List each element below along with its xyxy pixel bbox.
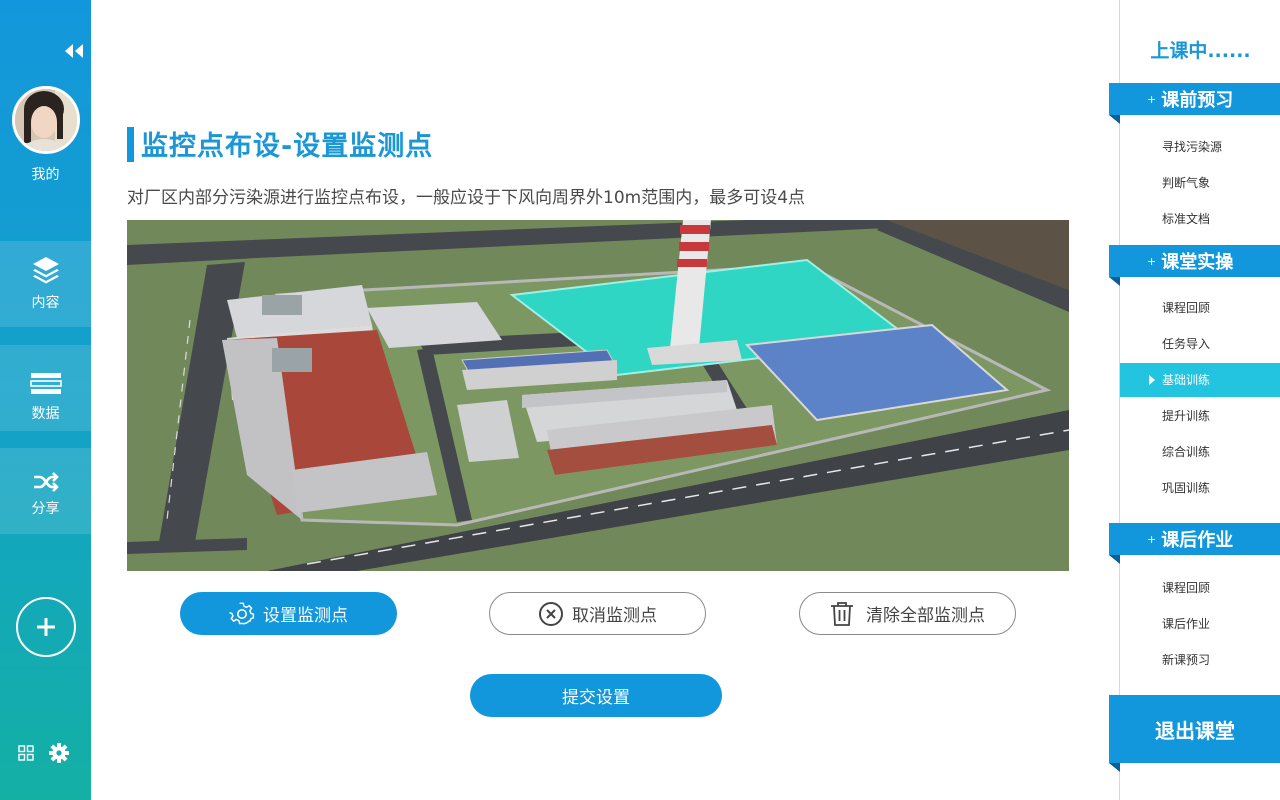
menu-item-task-intro[interactable]: 任务导入 <box>1120 327 1280 361</box>
menu-item-basic-training[interactable]: 基础训练 <box>1120 363 1280 397</box>
factory-3d-scene[interactable] <box>127 220 1069 571</box>
menu-item-course-review[interactable]: 课程回顾 <box>1120 291 1280 325</box>
plus-icon: + <box>1147 92 1157 106</box>
menu-item-judge-weather[interactable]: 判断气象 <box>1120 166 1280 200</box>
page-title: 监控点布设-设置监测点 <box>141 131 434 162</box>
left-sidebar: 我的 内容 数据 分享 <box>0 0 91 800</box>
plus-icon: + <box>1147 532 1157 546</box>
menu-item-homework[interactable]: 课后作业 <box>1120 607 1280 641</box>
menu-item-comprehensive-training[interactable]: 综合训练 <box>1120 435 1280 469</box>
plus-icon <box>37 618 55 636</box>
course-panel: 上课中...... + 课前预习 寻找污染源 判断气象 标准文档 + 课堂实操 … <box>1109 0 1280 800</box>
title-accent-bar <box>127 127 134 162</box>
exit-class-button[interactable]: 退出课堂 <box>1109 695 1280 772</box>
clear-all-monitor-points-button[interactable]: 清除全部监测点 <box>799 592 1016 635</box>
triangle-right-icon <box>1149 375 1155 385</box>
nav-share[interactable]: 分享 <box>0 448 91 534</box>
close-circle-icon <box>538 601 564 627</box>
data-icon <box>0 372 91 396</box>
menu-item-basic-training-label: 基础训练 <box>1162 373 1211 387</box>
page-description: 对厂区内部分污染源进行监控点布设，一般应设于下风向周界外10m范围内，最多可设4… <box>127 188 806 208</box>
gear-icon <box>229 601 255 627</box>
nav-data-label: 数据 <box>31 406 60 422</box>
section-preview-title: 课前预习 <box>1161 90 1234 111</box>
trash-icon <box>830 601 854 627</box>
add-button[interactable] <box>16 597 76 657</box>
menu-item-find-pollution-source[interactable]: 寻找污染源 <box>1120 130 1280 164</box>
nav-share-label: 分享 <box>31 501 60 517</box>
submit-settings-button[interactable]: 提交设置 <box>470 674 722 717</box>
section-homework[interactable]: + 课后作业 <box>1109 523 1280 564</box>
section-practice-title: 课堂实操 <box>1161 252 1234 273</box>
menu-item-standard-docs[interactable]: 标准文档 <box>1120 202 1280 236</box>
plus-icon: + <box>1147 254 1157 268</box>
class-status: 上课中...... <box>1150 40 1251 62</box>
shuffle-icon <box>0 472 91 492</box>
section-practice[interactable]: + 课堂实操 <box>1109 245 1280 286</box>
section-homework-title: 课后作业 <box>1161 530 1234 551</box>
clear-all-monitor-points-label: 清除全部监测点 <box>866 606 985 626</box>
set-monitor-point-button[interactable]: 设置监测点 <box>180 592 397 635</box>
menu-item-advanced-training[interactable]: 提升训练 <box>1120 399 1280 433</box>
avatar[interactable] <box>12 86 80 154</box>
grid-icon[interactable] <box>18 745 34 765</box>
gear-icon[interactable] <box>48 742 70 768</box>
section-preview[interactable]: + 课前预习 <box>1109 83 1280 124</box>
menu-item-consolidation-training[interactable]: 巩固训练 <box>1120 471 1280 505</box>
layers-icon <box>0 255 91 287</box>
nav-content-label: 内容 <box>31 295 60 311</box>
nav-content[interactable]: 内容 <box>0 241 91 327</box>
double-chevron-left-icon[interactable] <box>62 42 86 60</box>
cancel-monitor-point-button[interactable]: 取消监测点 <box>489 592 706 635</box>
menu-item-course-review-2[interactable]: 课程回顾 <box>1120 571 1280 605</box>
nav-data[interactable]: 数据 <box>0 345 91 431</box>
me-label[interactable]: 我的 <box>0 164 91 184</box>
menu-item-new-lesson-preview[interactable]: 新课预习 <box>1120 643 1280 677</box>
set-monitor-point-label: 设置监测点 <box>263 606 348 626</box>
cancel-monitor-point-label: 取消监测点 <box>572 606 657 626</box>
